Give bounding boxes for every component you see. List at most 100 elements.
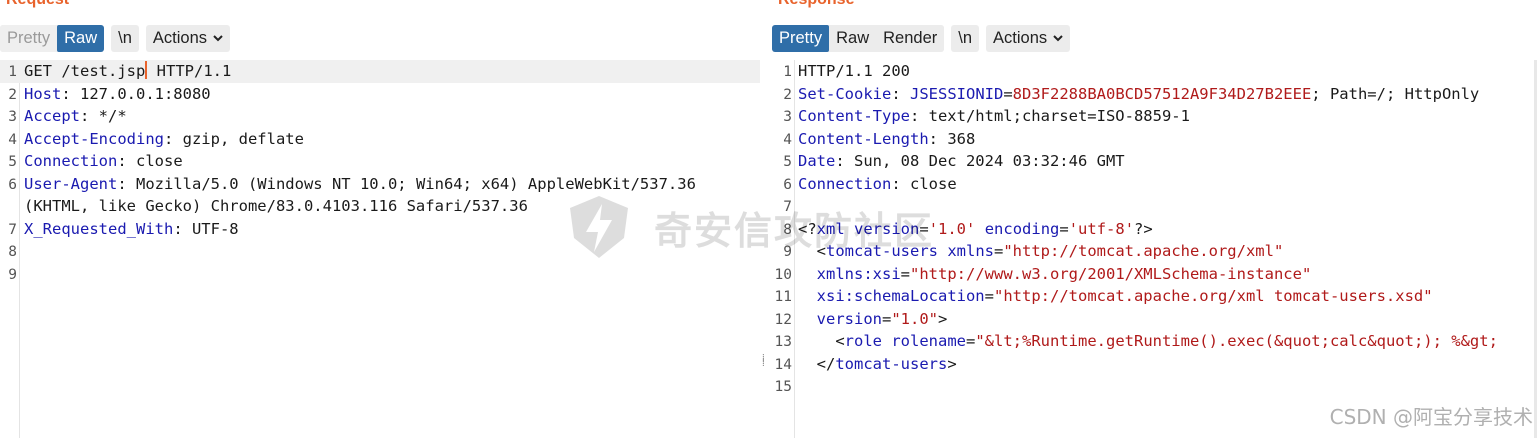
code-line[interactable]: 9 <tomcat-users xmlns="http://tomcat.apa… [772,240,1537,263]
code-token: = [1003,84,1013,103]
code-line[interactable]: 2 Host: 127.0.0.1:8080 [0,83,760,106]
code-token: > [938,309,948,328]
code-token: = [919,219,929,238]
code-line[interactable]: 10 xmlns:xsi="http://www.w3.org/2001/XML… [772,263,1537,286]
line-content: Set-Cookie: JSESSIONID=8D3F2288BA0BCD575… [798,83,1479,106]
actions-menu-button[interactable]: Actions [986,24,1071,52]
code-line[interactable]: 1 HTTP/1.1 200 [772,60,1537,83]
code-token: Content-Length [798,129,929,148]
pane-splitter[interactable] [760,0,772,438]
line-content: Connection: close [798,173,957,196]
line-content: <role rolename="&lt;%Runtime.getRuntime(… [798,330,1498,353]
code-line[interactable]: 2 Set-Cookie: JSESSIONID=8D3F2288BA0BCD57… [772,83,1537,106]
line-content: <tomcat-users xmlns="http://tomcat.apach… [798,240,1284,263]
code-token: GET /test.jsp [24,62,146,80]
line-content: Content-Length: 368 [798,128,975,151]
code-line[interactable]: 4 Content-Length: 368 [772,128,1537,151]
response-editor[interactable]: 1 HTTP/1.1 200 2 Set-Cookie: JSESSIONID=8D3… [772,60,1537,438]
code-token: : Mozilla/5.0 (Windows NT 10.0; Win64; x… [117,174,696,193]
code-line[interactable]: 15 [772,375,1537,398]
code-token: Connection [798,174,892,193]
code-token: 'utf-8' [1068,219,1135,238]
request-pane: Request Pretty Raw \n Actions 1 GET /test… [0,0,760,438]
chevron-down-icon [213,35,223,42]
code-line[interactable]: 14 </tomcat-users> [772,353,1537,376]
line-number: 5 [8,154,17,170]
code-token: xsi:schemaLocation [816,287,985,305]
code-line[interactable]: 6 User-Agent: Mozilla/5.0 (Windows NT 10.… [0,173,760,196]
newline-toggle-button[interactable]: \n [111,24,139,52]
code-token: HTTP/1.1 [147,62,232,80]
code-token: "http://tomcat.apache.org/xml tomcat-use… [994,287,1433,305]
credit-watermark: CSDN @阿宝分享技术 [1329,405,1533,429]
code-token: version [816,309,882,328]
code-line[interactable]: 5 Connection: close [0,150,760,173]
tab-render[interactable]: Render [876,24,945,52]
code-line[interactable]: 1 GET /test.jsp HTTP/1.1 [0,60,760,83]
code-token: encoding [984,219,1060,238]
code-line[interactable]: 7 [772,195,1537,218]
code-token: xml [816,219,845,238]
line-content: Accept: */* [24,105,127,128]
code-line[interactable]: 12 version="1.0"> [772,308,1537,331]
line-number: 3 [783,109,792,125]
tab-pretty[interactable]: Pretty [772,24,830,52]
line-content: Content-Type: text/html;charset=ISO-8859… [798,105,1190,128]
line-content: (KHTML, like Gecko) Chrome/83.0.4103.116… [24,195,528,218]
line-number: 6 [783,176,792,193]
request-editor[interactable]: 1 GET /test.jsp HTTP/1.1 2 Host: 127.0.0.1:… [0,60,760,438]
code-line[interactable]: 13 <role rolename="&lt;%Runtime.getRunti… [772,330,1537,353]
actions-menu-button[interactable]: Actions [145,24,230,52]
code-token: ; Path=/; HttpOnly [1311,84,1480,103]
code-line[interactable]: 8 [0,240,760,263]
line-content: Date: Sun, 08 Dec 2024 03:32:46 GMT [798,150,1125,173]
line-number: 8 [783,221,792,238]
code-token: < [798,332,845,350]
code-token: : */* [80,107,127,125]
line-number: 7 [8,221,17,238]
code-line[interactable]: 11 xsi:schemaLocation="http://tomcat.apa… [772,285,1537,308]
code-token: ?> [1134,219,1153,238]
code-line[interactable]: 4 Accept-Encoding: gzip, deflate [0,128,760,151]
line-number: 4 [783,131,792,148]
line-content: Connection: close [24,150,183,173]
response-pane: Response Pretty Raw Render \n Actions 1H… [772,0,1537,438]
code-token: = [900,264,911,283]
code-token: = [882,309,892,328]
code-line[interactable]: (KHTML, like Gecko) Chrome/83.0.4103.116… [0,195,760,218]
line-content: X_Requested_With: UTF-8 [24,218,239,241]
code-line[interactable]: 6 Connection: close [772,173,1537,196]
newline-toggle-button[interactable]: \n [951,24,980,52]
line-content: </tomcat-users> [798,353,957,376]
line-content: User-Agent: Mozilla/5.0 (Windows NT 10.0… [24,173,696,196]
code-line[interactable]: 8 <?xml version='1.0' encoding='utf-8'?> [772,218,1537,241]
code-token: : close [117,152,183,170]
line-number: 15 [774,379,792,395]
code-line[interactable]: 9 [0,263,760,286]
code-line[interactable]: 3 Accept: */* [0,105,760,128]
line-content: xsi:schemaLocation="http://tomcat.apache… [798,285,1433,308]
code-line[interactable]: 5 Date: Sun, 08 Dec 2024 03:32:46 GMT [772,150,1537,173]
tab-raw[interactable]: Raw [829,24,877,52]
code-token: tomcat-users [826,242,938,260]
line-content: GET /test.jsp HTTP/1.1 [24,60,231,83]
line-number: 13 [774,334,792,350]
code-token: : text/html;charset=ISO-8859-1 [909,107,1190,125]
code-token: "1.0" [891,309,939,328]
drag-handle-icon[interactable]: ⁞ ⁞ [762,354,766,372]
code-line[interactable]: 7 X_Requested_With: UTF-8 [0,218,760,241]
code-token: HTTP/1.1 200 [798,62,910,80]
tab-pretty[interactable]: Pretty [0,24,58,52]
code-token: xmlns:xsi [816,264,901,283]
code-token: = [994,242,1004,260]
code-line[interactable]: 3 Content-Type: text/html;charset=ISO-885… [772,105,1537,128]
request-toolbar: Pretty Raw \n Actions [0,24,230,52]
code-token: 8D3F2288BA0BCD57512A9F34D27B2EEE [1012,84,1312,103]
code-token: version [854,219,920,238]
code-token: xmlns [947,242,994,260]
tab-raw[interactable]: Raw [57,24,105,52]
